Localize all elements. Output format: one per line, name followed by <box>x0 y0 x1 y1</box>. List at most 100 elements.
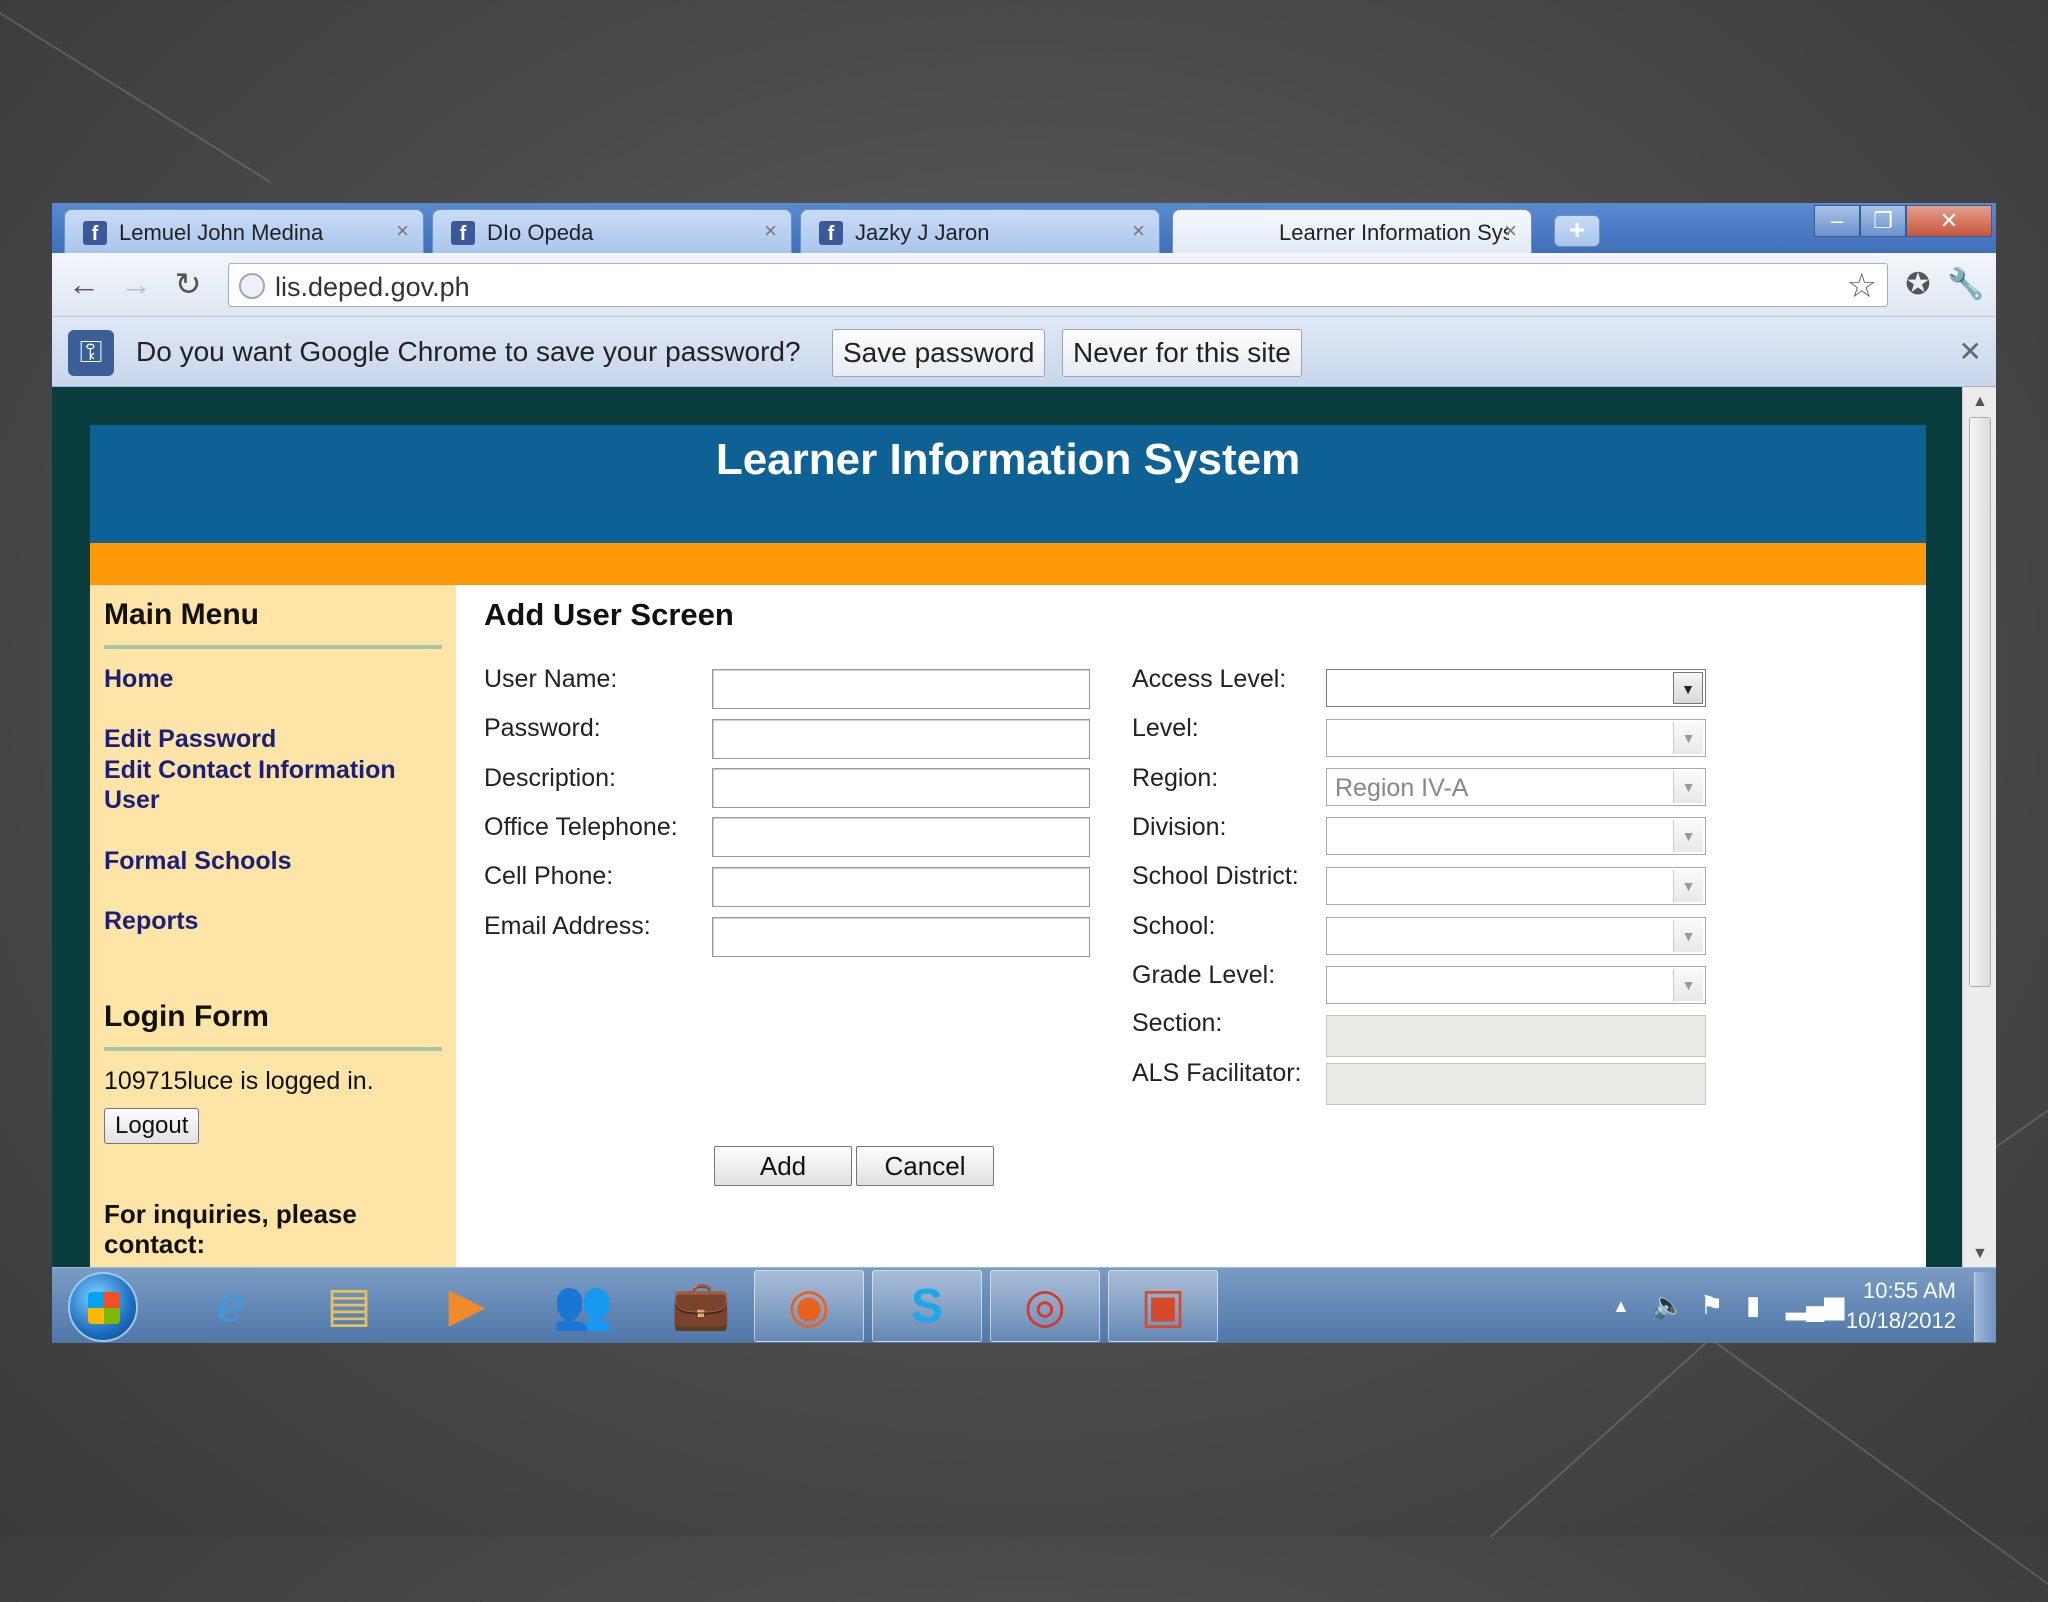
scroll-up-icon[interactable]: ▲ <box>1972 393 1988 411</box>
chevron-down-icon: ▼ <box>1673 920 1703 952</box>
level-label: Level: <box>1132 714 1199 742</box>
close-tab-icon[interactable]: × <box>1132 218 1145 244</box>
briefcase-icon[interactable]: 💼 <box>646 1270 756 1342</box>
wrench-icon[interactable]: 🔧 <box>1946 265 1986 305</box>
close-tab-icon[interactable]: × <box>1504 218 1517 244</box>
region-select[interactable]: Region IV-A ▼ <box>1326 768 1706 806</box>
bookmark-star-icon[interactable]: ☆ <box>1847 266 1877 306</box>
messenger-icon[interactable]: 👥 <box>528 1270 638 1342</box>
facebook-icon: f <box>83 221 107 245</box>
show-desktop-button[interactable] <box>1974 1272 1996 1342</box>
skype-icon[interactable]: S <box>872 1270 982 1342</box>
sidebar-link-edit-contact-information[interactable]: Edit Contact Information <box>104 756 396 785</box>
division-select[interactable]: ▼ <box>1326 817 1706 855</box>
tab-learner-information-system[interactable]: Learner Information System × <box>1172 209 1532 253</box>
site-title: Learner Information System <box>715 435 1301 484</box>
background-line <box>1698 1330 2048 1602</box>
grade-level-select[interactable]: ▼ <box>1326 966 1706 1004</box>
divider <box>104 645 442 649</box>
clock-date[interactable]: 10/18/2012 <box>1826 1308 1956 1334</box>
main-menu-heading: Main Menu <box>104 598 259 631</box>
school-select[interactable]: ▼ <box>1326 917 1706 955</box>
battery-icon[interactable]: ▮ <box>1746 1290 1760 1321</box>
access-level-select[interactable]: ▼ <box>1326 669 1706 707</box>
divider <box>104 1047 442 1051</box>
close-tab-icon[interactable]: × <box>764 218 777 244</box>
chevron-down-icon: ▼ <box>1673 870 1703 902</box>
cell-phone-input[interactable] <box>712 867 1090 907</box>
key-icon: ⚿ <box>68 330 114 376</box>
scroll-down-icon[interactable]: ▼ <box>1972 1245 1988 1263</box>
address-bar[interactable]: lis.deped.gov.ph ☆ <box>228 263 1888 307</box>
cell-phone-label: Cell Phone: <box>484 862 614 890</box>
background-line <box>1990 1098 2048 1152</box>
description-input[interactable] <box>712 768 1090 808</box>
vertical-scrollbar[interactable]: ▲ ▼ <box>1962 387 1996 1267</box>
save-password-button[interactable]: Save password <box>832 329 1046 377</box>
close-tab-icon[interactable]: × <box>396 218 409 244</box>
scrollbar-thumb[interactable] <box>1969 417 1991 987</box>
email-address-label: Email Address: <box>484 912 651 940</box>
sidebar: Main Menu Home Edit Password Edit Contac… <box>90 585 456 1267</box>
chevron-down-icon: ▼ <box>1673 771 1703 803</box>
clock-time[interactable]: 10:55 AM <box>1826 1278 1956 1304</box>
chrome-icon[interactable]: ◎ <box>990 1270 1100 1342</box>
add-user-form: Add User Screen User Name: Password: Des… <box>456 585 1926 1267</box>
back-icon[interactable]: ← <box>64 265 104 305</box>
never-for-this-site-button[interactable]: Never for this site <box>1062 329 1302 377</box>
start-button[interactable] <box>68 1272 138 1342</box>
section-label: Section: <box>1132 1009 1223 1037</box>
sidebar-link-user[interactable]: User <box>104 786 160 815</box>
logged-in-status: 109715luce is logged in. <box>104 1067 374 1095</box>
restore-button[interactable]: ❐ <box>1860 205 1906 237</box>
close-window-button[interactable]: ✕ <box>1906 205 1992 237</box>
user-name-input[interactable] <box>712 669 1090 709</box>
media-player-icon[interactable]: ▶ <box>412 1270 522 1342</box>
new-tab-button[interactable]: + <box>1554 215 1600 247</box>
forward-icon[interactable]: → <box>116 265 156 305</box>
page-viewport: Learner Information System Main Menu Hom… <box>52 387 1996 1267</box>
windows-taskbar: ℯ ▤ ▶ 👥 💼 ◉ S ◎ ▣ ▲ 🔈 ⚑ ▮ ▂▄▆ 10:55 AM 1… <box>52 1267 1996 1343</box>
internet-explorer-icon[interactable]: ℯ <box>176 1270 286 1342</box>
save-password-infobar: ⚿ Do you want Google Chrome to save your… <box>52 317 1996 387</box>
sidebar-link-reports[interactable]: Reports <box>104 907 198 936</box>
powerpoint-icon[interactable]: ▣ <box>1108 1270 1218 1342</box>
add-button[interactable]: Add <box>714 1146 852 1186</box>
tab-lemuel-john-medina[interactable]: f Lemuel John Medina × <box>64 209 424 253</box>
firefox-icon[interactable]: ◉ <box>754 1270 864 1342</box>
tab-jazky-j-jaron[interactable]: f Jazky J Jaron × <box>800 209 1160 253</box>
cancel-button[interactable]: Cancel <box>856 1146 994 1186</box>
sidebar-link-edit-password[interactable]: Edit Password <box>104 725 276 754</box>
sidebar-link-formal-schools[interactable]: Formal Schools <box>104 847 292 876</box>
office-telephone-input[interactable] <box>712 817 1090 857</box>
background-line <box>0 12 272 184</box>
tab-label: Jazky J Jaron <box>855 220 990 245</box>
school-district-select[interactable]: ▼ <box>1326 867 1706 905</box>
minimize-button[interactable]: – <box>1814 205 1860 237</box>
tab-strip: f Lemuel John Medina × f DIo Opeda × f J… <box>52 203 1996 253</box>
password-input[interactable] <box>712 719 1090 759</box>
volume-icon[interactable]: 🔈 <box>1652 1290 1684 1321</box>
facebook-icon: f <box>819 221 843 245</box>
grade-level-label: Grade Level: <box>1132 961 1276 989</box>
school-label: School: <box>1132 912 1216 940</box>
facebook-icon: f <box>451 221 475 245</box>
level-select[interactable]: ▼ <box>1326 719 1706 757</box>
file-explorer-icon[interactable]: ▤ <box>294 1270 404 1342</box>
division-label: Division: <box>1132 813 1227 841</box>
email-address-input[interactable] <box>712 917 1090 957</box>
tab-dio-opeda[interactable]: f DIo Opeda × <box>432 209 792 253</box>
school-district-label: School District: <box>1132 862 1299 890</box>
logout-button[interactable]: Logout <box>104 1108 200 1144</box>
site-header: Learner Information System <box>90 425 1926 543</box>
action-center-flag-icon[interactable]: ⚑ <box>1700 1290 1723 1321</box>
extension-icon[interactable]: ✪ <box>1898 265 1938 305</box>
chevron-down-icon: ▼ <box>1673 722 1703 754</box>
show-hidden-icons-icon[interactable]: ▲ <box>1612 1296 1630 1317</box>
chrome-browser-window: f Lemuel John Medina × f DIo Opeda × f J… <box>52 203 1996 1343</box>
tab-label: DIo Opeda <box>487 220 594 245</box>
close-infobar-icon[interactable]: ✕ <box>1959 335 1982 368</box>
sidebar-link-home[interactable]: Home <box>104 665 173 694</box>
reload-icon[interactable]: ↻ <box>168 265 208 305</box>
login-form-heading: Login Form <box>104 1000 269 1033</box>
